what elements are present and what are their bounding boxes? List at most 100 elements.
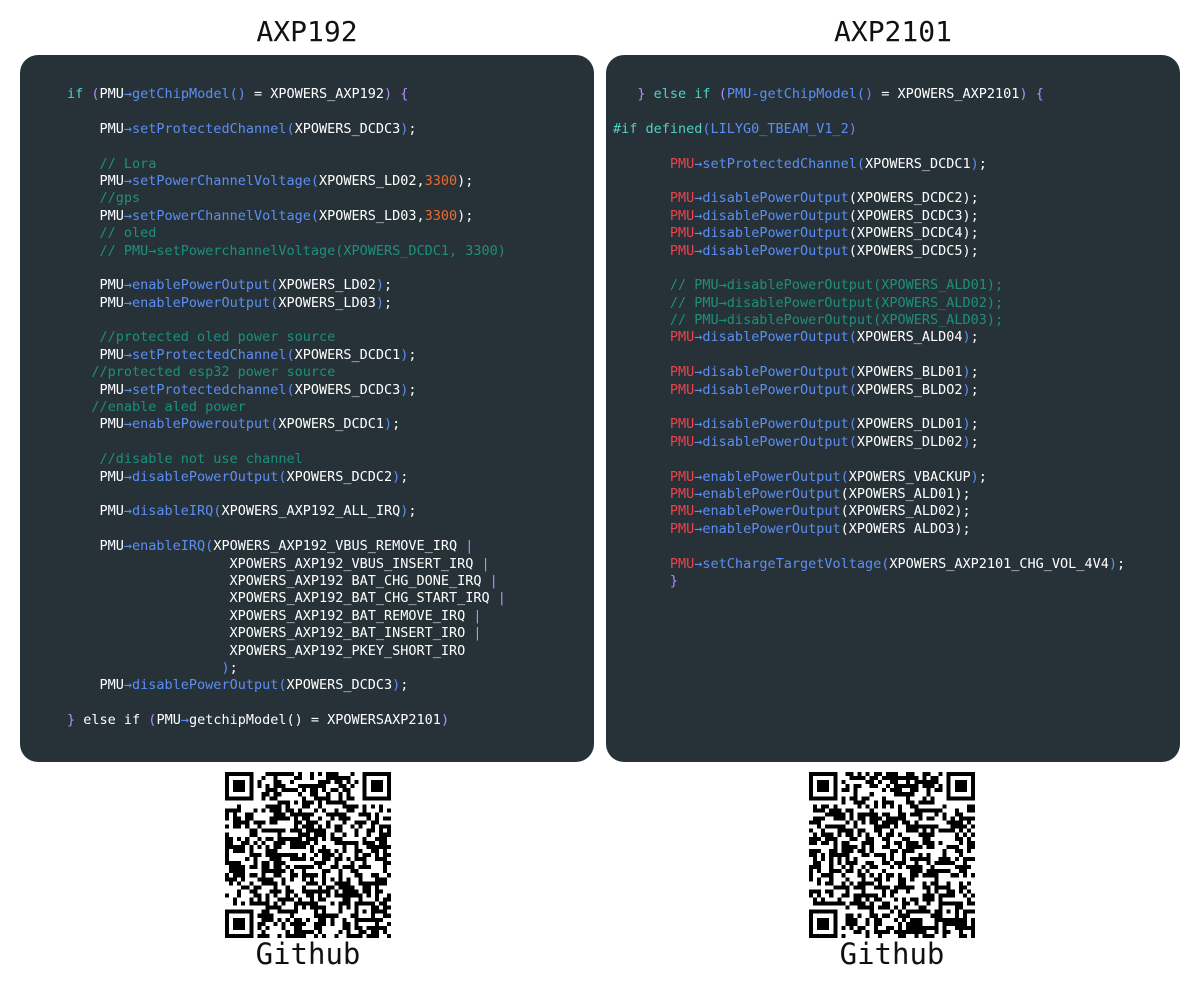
code-token: ) <box>221 659 230 676</box>
code-token: →enableIRQ( <box>123 538 214 555</box>
code-token: getchipModel() = XPOWERSAXP2101 <box>188 712 441 729</box>
code-token: //gps <box>67 190 141 207</box>
code-line: PMU→setProtectedChannel(XPOWERS_DCDC3); <box>67 121 594 138</box>
code-token: // PMU→setPowerchannelVoltage(XPOWERS_DC… <box>67 242 506 259</box>
code-line: PMU→disablePowerOutput(XPOWERS_DCDC2); <box>613 190 1180 207</box>
code-token: XPOWERS_AXP2101_CHG_VOL_4V4 <box>889 555 1109 572</box>
code-token: PMU <box>67 207 124 224</box>
code-token: ) <box>962 433 971 450</box>
code-line: // PMU→setPowerchannelVoltage(XPOWERS_DC… <box>67 243 594 260</box>
code-token: ) <box>962 364 971 381</box>
github-qr-code-right[interactable] <box>809 772 975 938</box>
code-token: ) <box>384 86 393 102</box>
code-line: PMU→enablePowerOutput(XPOWERS ALDO3); <box>613 521 1180 538</box>
code-line: PMU→enablePowerOutput(XPOWERS_LD02); <box>67 277 594 294</box>
code-token: PMU <box>669 555 695 572</box>
code-token: PMU <box>67 468 124 485</box>
code-token: →disablePowerOutput( <box>123 677 287 694</box>
code-token: → <box>180 712 189 729</box>
code-token: PMU <box>67 294 124 311</box>
code-token: →setChargeTargetVoltage( <box>694 555 890 572</box>
code-token: →enablePoweroutput( <box>123 416 279 433</box>
code-token: →disableIRQ( <box>123 503 222 520</box>
code-token: (XPOWERS_DCDC2); <box>848 190 979 207</box>
code-line: PMU→disablePowerOutput(XPOWERS_DCDC3); <box>613 208 1180 225</box>
axp192-title: AXP192 <box>256 15 358 48</box>
code-token: PMU <box>669 485 695 502</box>
code-line: XPOWERS_AXP192_BAT_INSERT_IRO | <box>67 625 594 642</box>
code-token: ); <box>457 172 474 189</box>
code-token: #if defined <box>613 120 703 137</box>
axp192-code-block: if (PMU→getChipModel() = XPOWERS_AXP192)… <box>67 86 594 729</box>
code-token: 3300 <box>424 172 458 189</box>
code-token: →setProtectedchannel( <box>123 381 295 398</box>
code-line: //gps <box>67 190 594 207</box>
code-token: XPOWERS_AXP192 BAT_CHG_DONE_IRQ <box>67 572 490 589</box>
code-token: ( <box>91 86 100 102</box>
code-line: if (PMU→getChipModel() = XPOWERS_AXP192)… <box>67 86 594 103</box>
code-token: ) <box>1108 555 1117 572</box>
code-token: PMU <box>669 329 695 346</box>
code-token: (XPOWERS_DCDC4); <box>848 225 979 242</box>
code-token: (XPOWERS_DCDC5); <box>848 242 979 259</box>
code-token: PMU <box>669 433 695 450</box>
code-token: XPOWERS_LD03 <box>278 294 376 311</box>
code-token: →disablePowerOutput <box>694 207 849 224</box>
code-line: PMU→disablePowerOutput(XPOWERS_DLD02); <box>613 434 1180 451</box>
code-token: ; <box>970 433 979 450</box>
code-token: ; <box>408 346 417 363</box>
code-token: | <box>497 590 506 607</box>
code-line: // oled <box>67 225 594 242</box>
code-token: PMU <box>669 520 695 537</box>
code-token: XPOWERS_LD02, <box>318 172 425 189</box>
code-token: ; <box>400 677 409 694</box>
code-line: PMU→enablePowerOutput(XPOWERS_ALD02); <box>613 503 1180 520</box>
code-token: = XPOWERS_AXP2101 <box>873 86 1020 102</box>
code-token: ) <box>962 329 971 346</box>
code-token: PMU <box>67 416 124 433</box>
code-line: //enable aled power <box>67 399 594 416</box>
code-token: PMU <box>669 225 695 242</box>
code-token: →enablePowerOutput <box>694 520 841 537</box>
code-line: } else if (PMU-getChipModel() = XPOWERS_… <box>613 86 1180 103</box>
code-token: PMU <box>156 712 181 729</box>
code-line: PMU→enableIRQ(XPOWERS_AXP192_VBUS_REMOVE… <box>67 538 594 555</box>
code-token: XPOWERS_AXP192_VBUS_REMOVE_IRQ <box>213 538 466 555</box>
code-token: 3300 <box>424 207 458 224</box>
code-token: (XPOWERS_ALD01); <box>840 485 971 502</box>
code-token: XPOWERS_DCDC3 <box>294 120 401 137</box>
github-qr-code-left[interactable] <box>225 772 391 938</box>
code-line: PMU→setChargeTargetVoltage(XPOWERS_AXP21… <box>613 556 1180 573</box>
code-token: →disablePowerOutput <box>694 190 849 207</box>
code-token: //disable not use channel <box>67 451 303 468</box>
code-line: // PMU→disablePowerOutput(XPOWERS_ALD03)… <box>613 312 1180 329</box>
code-token: XPOWERS_DLD02 <box>856 433 963 450</box>
code-token: PMU <box>669 381 695 398</box>
code-line: PMU→disablePowerOutput(XPOWERS_DLD01); <box>613 416 1180 433</box>
code-line: PMU→disablePowerOutput(XPOWERS_DCDC5); <box>613 243 1180 260</box>
code-token: XPOWERS_AXP192_ALL_IRQ <box>221 503 401 520</box>
code-line: } else if (PMU→getchipModel() = XPOWERSA… <box>67 712 594 729</box>
code-token: ) <box>384 416 393 433</box>
code-token: →enablePowerOutput( <box>694 468 849 485</box>
code-token: ; <box>229 659 238 676</box>
code-token: ) <box>962 381 971 398</box>
code-line: PMU→disablePowerOutput(XPOWERS_DCDC2); <box>67 469 594 486</box>
code-token: ) <box>962 416 971 433</box>
